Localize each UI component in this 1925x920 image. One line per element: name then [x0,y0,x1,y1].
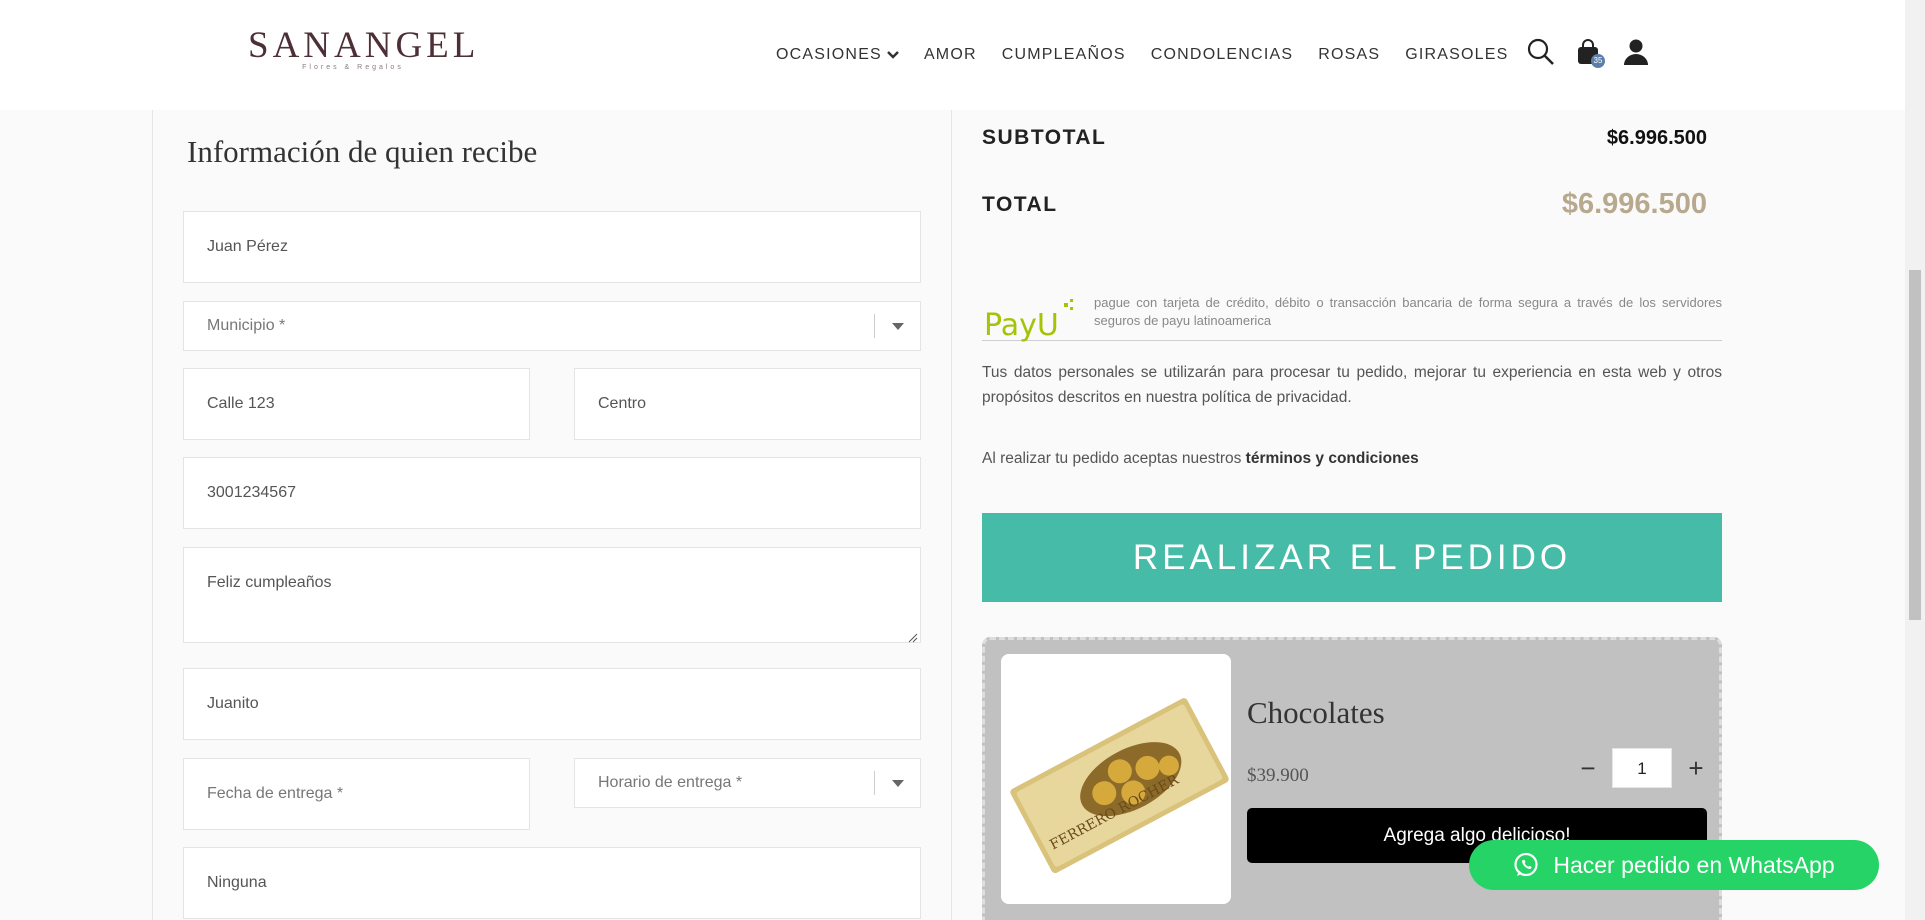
site-header: SANANGEL Flores & Regalos OCASIONES AMOR… [0,0,1905,110]
place-order-button[interactable]: REALIZAR EL PEDIDO [982,513,1722,602]
header-icons: 35 [1527,38,1671,68]
recipient-form: Información de quien recibe Juan Pérez M… [152,110,952,920]
nav-item-girasoles[interactable]: GIRASOLES [1405,46,1508,64]
logo-text: SANANGEL [248,25,480,66]
nav-item-condolencias[interactable]: CONDOLENCIAS [1151,46,1293,64]
municipio-placeholder: Municipio * [207,317,286,334]
caret-down-icon [874,771,920,795]
nav-item-cumpleanos[interactable]: CUMPLEAÑOS [1002,46,1126,64]
street-field[interactable]: Calle 123 [183,368,530,440]
cart-icon[interactable]: 35 [1575,38,1605,68]
whatsapp-label: Hacer pedido en WhatsApp [1553,851,1835,878]
quantity-stepper: − 1 + [1568,748,1716,788]
delivery-date-placeholder: Fecha de entrega * [207,785,344,802]
neighborhood-field[interactable]: Centro [574,368,921,440]
whatsapp-icon [1514,852,1538,877]
resize-grip-icon[interactable] [908,630,918,643]
subtotal-row: SUBTOTAL $6.996.500 [982,126,1707,150]
message-textarea[interactable]: Feliz cumpleaños [183,547,921,643]
subtotal-label: SUBTOTAL [982,126,1107,149]
recipient-name-field[interactable]: Juan Pérez [183,211,921,283]
payu-logo: PayU [984,299,1076,343]
signature-field[interactable]: Juanito [183,668,921,740]
nav-item-ocasiones[interactable]: OCASIONES [776,46,899,64]
total-label: TOTAL [982,192,1058,216]
order-summary: SUBTOTAL $6.996.500 TOTAL $6.996.500 Pay… [982,110,1722,920]
total-value: $6.996.500 [1561,188,1707,220]
checkout-page: SANANGEL Flores & Regalos OCASIONES AMOR… [0,0,1925,920]
main-nav: OCASIONES AMOR CUMPLEAÑOS CONDOLENCIAS R… [776,46,1534,64]
logo[interactable]: SANANGEL Flores & Regalos [248,25,480,72]
increase-qty-button[interactable]: + [1676,748,1716,788]
municipio-select[interactable]: Municipio * [183,301,921,351]
terms-link[interactable]: términos y condiciones [1246,450,1419,467]
phone-field[interactable]: 3001234567 [183,457,921,529]
chocolates-image: FERRERO ROCHER [1001,654,1231,904]
search-icon[interactable] [1527,38,1555,66]
upsell-product-name: Chocolates [1247,695,1385,730]
payu-description: pague con tarjeta de crédito, débito o t… [1094,295,1722,328]
scrollbar-thumb[interactable] [1909,270,1921,620]
payu-payment-method[interactable]: PayU pague con tarjeta de crédito, débit… [982,285,1722,343]
upsell-product-price: $39.900 [1247,765,1309,786]
user-icon[interactable] [1623,38,1651,66]
subtotal-value: $6.996.500 [1606,126,1707,149]
terms-notice: Al realizar tu pedido aceptas nuestros t… [982,450,1419,468]
delivery-time-placeholder: Horario de entrega * [598,774,743,791]
decrease-qty-button[interactable]: − [1568,748,1608,788]
message-text: Feliz cumpleaños [207,574,332,591]
section-title: Información de quien recibe [187,134,538,169]
nav-item-rosas[interactable]: ROSAS [1318,46,1380,64]
page-scrollbar[interactable] [1905,0,1925,920]
whatsapp-order-button[interactable]: Hacer pedido en WhatsApp [1469,840,1879,890]
nav-item-amor[interactable]: AMOR [924,46,977,64]
privacy-notice: Tus datos personales se utilizarán para … [982,364,1722,406]
chevron-down-icon [887,46,899,64]
caret-down-icon [874,314,920,338]
cart-count-badge: 35 [1591,54,1605,68]
delivery-time-select[interactable]: Horario de entrega * [574,758,921,808]
svg-text:PayU: PayU [984,308,1059,343]
terms-prefix: Al realizar tu pedido aceptas nuestros [982,450,1246,467]
quantity-input[interactable]: 1 [1612,748,1672,788]
nav-item-label: OCASIONES [776,46,882,63]
notes-field[interactable]: Ninguna [183,847,921,919]
delivery-date-field[interactable]: Fecha de entrega * [183,758,530,830]
total-row: TOTAL $6.996.500 [982,188,1707,221]
